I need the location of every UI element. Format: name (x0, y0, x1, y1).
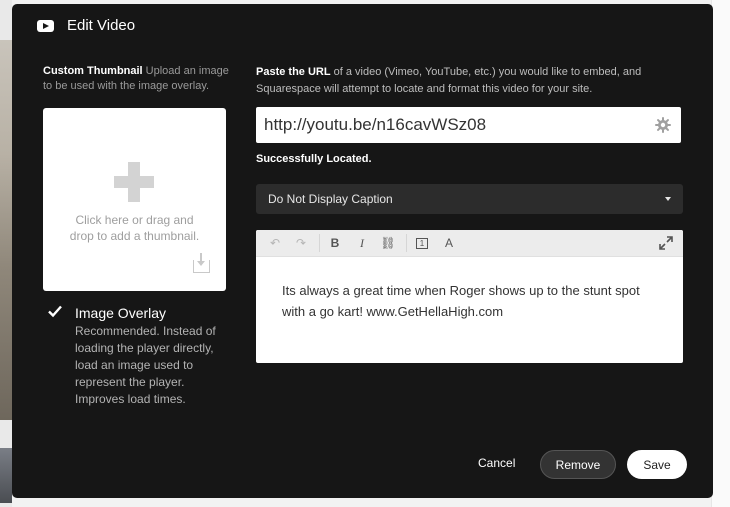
background-right-column (711, 0, 730, 507)
italic-icon[interactable]: I (351, 230, 373, 256)
thumbnail-heading: Custom Thumbnail (43, 65, 143, 77)
editor-toolbar: ↶ ↷ B I ⛓ 1 A (256, 230, 683, 257)
background-photo (0, 448, 12, 503)
caption-display-select[interactable]: Do Not Display Caption (256, 184, 683, 214)
bold-icon[interactable]: B (324, 230, 346, 256)
dialog-title: Edit Video (67, 17, 136, 34)
background-photo (0, 40, 12, 420)
caption-text[interactable]: Its always a great time when Roger shows… (282, 280, 662, 322)
cancel-button[interactable]: Cancel (478, 456, 515, 470)
format-icon-label: 1 (416, 237, 428, 249)
thumbnail-description: Custom Thumbnail Upload an image to be u… (43, 64, 233, 94)
video-url-input[interactable] (264, 107, 644, 143)
format-icon[interactable]: 1 (411, 230, 433, 256)
dialog-titlebar: Edit Video (12, 4, 713, 48)
url-status: Successfully Located. (256, 153, 372, 165)
plus-icon (114, 176, 154, 188)
image-overlay-checkbox-label[interactable]: Image Overlay (75, 305, 166, 321)
chevron-down-icon (665, 197, 671, 201)
gear-icon[interactable] (655, 117, 671, 133)
save-button[interactable]: Save (627, 450, 687, 479)
url-description: Paste the URL of a video (Vimeo, YouTube… (256, 64, 676, 98)
text-size-icon[interactable]: A (438, 230, 460, 256)
image-overlay-description: Recommended. Instead of loading the play… (75, 324, 216, 406)
undo-icon[interactable]: ↶ (264, 230, 286, 256)
url-description-bold: Paste the URL (256, 66, 331, 78)
remove-button[interactable]: Remove (540, 450, 616, 479)
expand-icon[interactable] (659, 236, 673, 250)
edit-video-dialog: Edit Video Custom Thumbnail Upload an im… (12, 4, 713, 498)
dropzone-text: Click here or drag and drop to add a thu… (69, 213, 200, 243)
toolbar-divider (406, 234, 407, 252)
thumbnail-dropzone[interactable]: Click here or drag and drop to add a thu… (43, 108, 226, 291)
upload-icon (193, 253, 210, 273)
caption-editor: ↶ ↷ B I ⛓ 1 A Its always a great time wh… (256, 230, 683, 363)
url-field-container (256, 107, 681, 143)
redo-icon[interactable]: ↷ (290, 230, 312, 256)
youtube-icon (37, 20, 54, 32)
link-icon[interactable]: ⛓ (377, 230, 399, 256)
checkmark-icon[interactable] (48, 304, 62, 318)
toolbar-divider (319, 234, 320, 252)
caption-select-value: Do Not Display Caption (268, 192, 393, 206)
